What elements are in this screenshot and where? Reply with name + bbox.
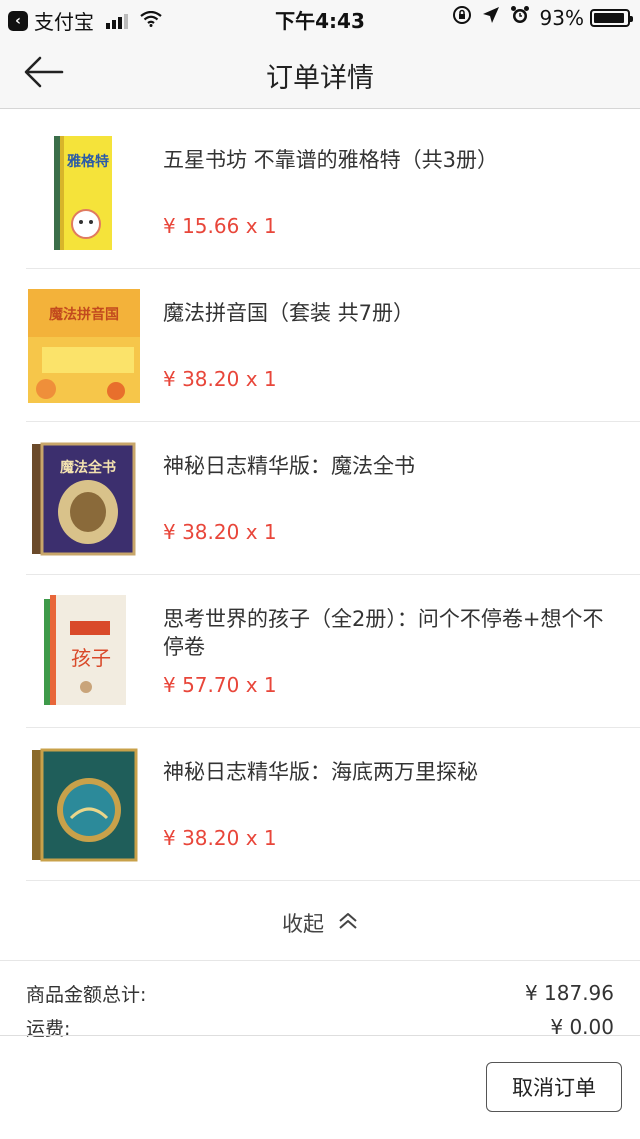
nav-bar: 订单详情 bbox=[0, 36, 640, 109]
product-item[interactable]: 雅格特 五星书坊 不靠谱的雅格特（共3册） ¥ 15.66 x 1 bbox=[26, 116, 640, 269]
svg-text:雅格特: 雅格特 bbox=[67, 153, 109, 170]
items-total-value: ¥ 187.96 bbox=[524, 981, 614, 1005]
product-cover-image bbox=[26, 744, 140, 864]
product-list: 雅格特 五星书坊 不靠谱的雅格特（共3册） ¥ 15.66 x 1 魔法拼音国 … bbox=[0, 116, 640, 881]
product-item[interactable]: 神秘日志精华版：海底两万里探秘 ¥ 38.20 x 1 bbox=[26, 728, 640, 881]
product-cover-image: 雅格特 bbox=[26, 132, 140, 252]
battery-icon bbox=[590, 8, 633, 27]
product-title: 五星书坊 不靠谱的雅格特（共3册） bbox=[163, 148, 499, 172]
status-bar: ‹ 支付宝 下午4:43 93% bbox=[0, 0, 640, 36]
product-item[interactable]: 孩子 思考世界的孩子（全2册）：问个不停卷+想个不停卷 ¥ 57.70 x 1 bbox=[26, 575, 640, 728]
order-summary: 商品金额总计: ¥ 187.96 运费: ¥ 0.00 bbox=[26, 976, 614, 1044]
items-total-label: 商品金额总计: bbox=[26, 983, 147, 1006]
product-price: ¥ 57.70 x 1 bbox=[163, 673, 277, 697]
product-cover-image: 孩子 bbox=[26, 591, 140, 711]
product-title: 思考世界的孩子（全2册）：问个不停卷+想个不停卷 bbox=[163, 607, 604, 659]
divider bbox=[0, 960, 640, 961]
location-icon bbox=[482, 6, 500, 29]
product-price: ¥ 15.66 x 1 bbox=[163, 214, 277, 238]
page-title: 订单详情 bbox=[266, 63, 374, 94]
items-total-row: 商品金额总计: ¥ 187.96 bbox=[26, 976, 614, 1010]
rotation-lock-icon bbox=[452, 5, 472, 30]
product-title: 魔法拼音国（套装 共7册） bbox=[163, 301, 415, 325]
cancel-order-button[interactable]: 取消订单 bbox=[486, 1062, 622, 1112]
battery-percent: 93% bbox=[539, 5, 584, 30]
bottom-action-bar: 取消订单 bbox=[0, 1035, 640, 1139]
svg-text:孩子: 孩子 bbox=[71, 646, 111, 670]
product-title: 神秘日志精华版：魔法全书 bbox=[163, 454, 415, 478]
product-item[interactable]: 魔法拼音国 魔法拼音国（套装 共7册） ¥ 38.20 x 1 bbox=[26, 269, 640, 422]
status-right: 93% bbox=[442, 5, 633, 30]
collapse-label: 收起 bbox=[282, 911, 324, 936]
chevron-up-icon bbox=[338, 912, 358, 934]
product-title: 神秘日志精华版：海底两万里探秘 bbox=[163, 760, 478, 784]
product-price: ¥ 38.20 x 1 bbox=[163, 520, 277, 544]
product-cover-image: 魔法全书 bbox=[26, 438, 140, 558]
product-cover-image: 魔法拼音国 bbox=[26, 285, 140, 405]
svg-text:魔法拼音国: 魔法拼音国 bbox=[49, 306, 119, 323]
product-price: ¥ 38.20 x 1 bbox=[163, 826, 277, 850]
product-item[interactable]: 魔法全书 神秘日志精华版：魔法全书 ¥ 38.20 x 1 bbox=[26, 422, 640, 575]
svg-text:魔法全书: 魔法全书 bbox=[60, 459, 116, 476]
alarm-icon bbox=[510, 5, 530, 30]
product-price: ¥ 38.20 x 1 bbox=[163, 367, 277, 391]
collapse-toggle[interactable]: 收起 bbox=[0, 885, 640, 960]
